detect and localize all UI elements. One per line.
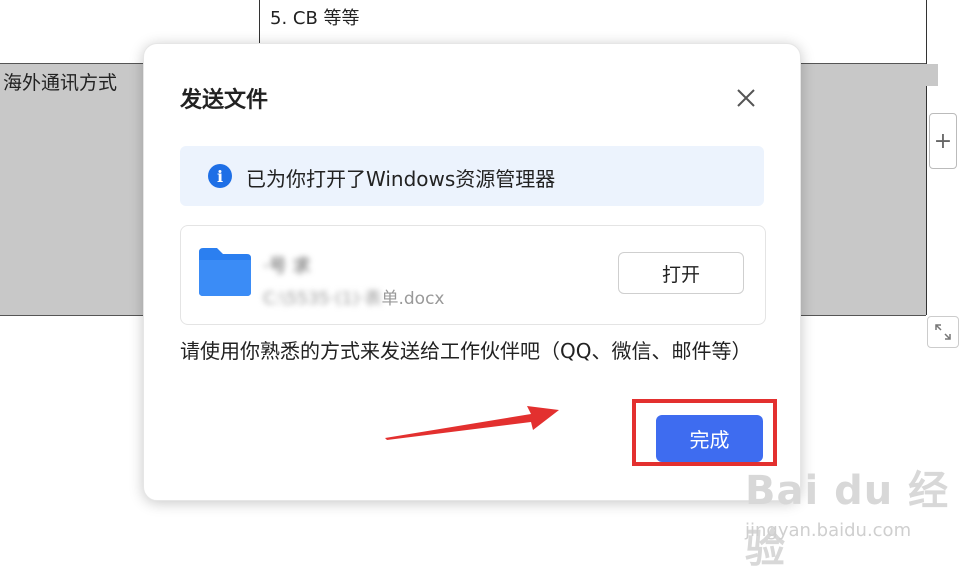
cell-marker xyxy=(926,64,938,86)
dialog-title: 发送文件 xyxy=(180,88,269,113)
table-cell-label: 海外通讯方式 xyxy=(3,72,118,94)
hint-text: 请使用你熟悉的方式来发送给工作伙伴吧（QQ、微信、邮件等） xyxy=(180,339,752,363)
file-path: C:\5535·(1)·表单.docx xyxy=(263,284,445,309)
info-icon: i xyxy=(208,164,232,188)
expand-icon[interactable] xyxy=(927,316,959,348)
file-path-hidden: C:\5535·(1)·表 xyxy=(263,289,382,309)
add-row-button[interactable]: + xyxy=(929,113,957,169)
table-border xyxy=(926,0,927,315)
info-banner: i 已为你打开了Windows资源管理器 xyxy=(180,146,764,206)
close-icon[interactable] xyxy=(732,84,760,112)
highlight-box xyxy=(632,399,777,466)
table-border xyxy=(259,0,260,45)
watermark-url: jingyan.baidu.com xyxy=(745,520,912,541)
file-card: ·号 求 C:\5535·(1)·表单.docx 打开 xyxy=(180,225,766,325)
list-item: 5. CB 等等 xyxy=(270,8,360,29)
watermark-logo: Bai du 经验 xyxy=(745,468,950,572)
open-button[interactable]: 打开 xyxy=(618,252,744,294)
info-text: 已为你打开了Windows资源管理器 xyxy=(246,167,556,191)
file-path-visible: 单.docx xyxy=(381,289,445,309)
file-name: ·号 求 xyxy=(263,256,311,277)
folder-icon xyxy=(199,248,251,296)
arrow-icon xyxy=(385,406,559,440)
watermark: Bai du 经验 jingyan.baidu.com xyxy=(745,458,965,572)
